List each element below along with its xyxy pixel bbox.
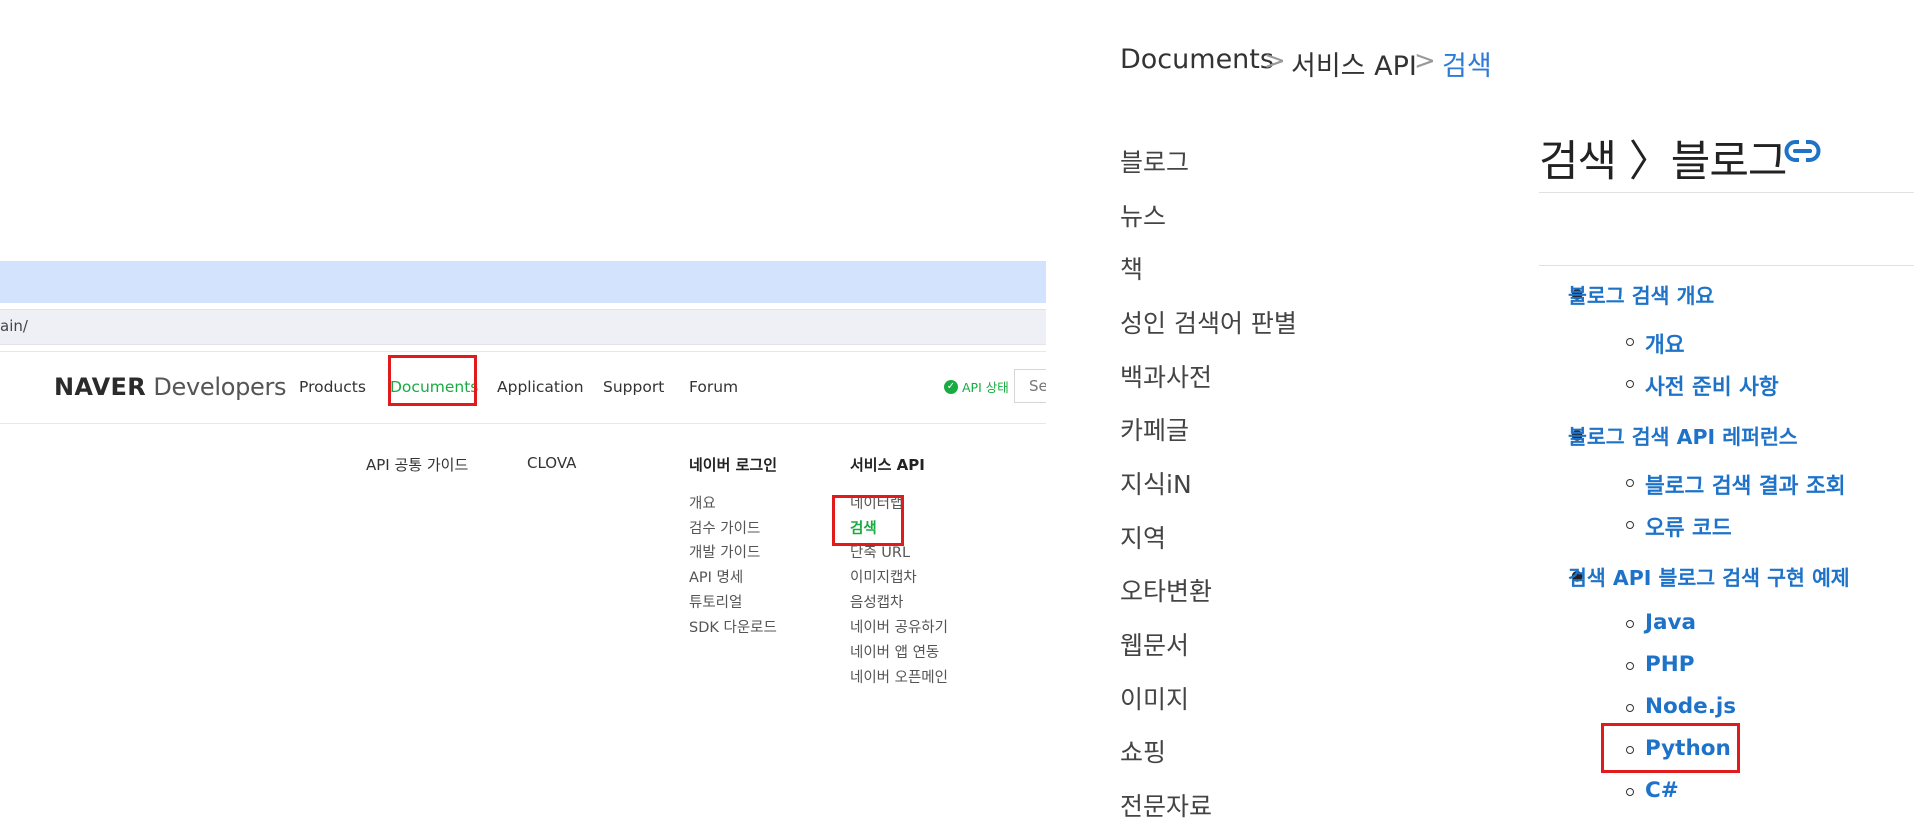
nav-application[interactable]: Application (497, 378, 584, 396)
highlight-box (1601, 723, 1740, 773)
divider (1539, 192, 1914, 193)
toc-item-csharp[interactable]: C# (1645, 778, 1679, 803)
sidebar-item[interactable]: 책 (1120, 250, 1143, 286)
toc-item-java[interactable]: Java (1645, 610, 1696, 635)
menu-item[interactable]: SDK 다운로드 (689, 616, 777, 637)
toc-item[interactable]: 사전 준비 사항 (1645, 370, 1779, 401)
menu-item[interactable]: 음성캡차 (850, 591, 903, 612)
chevron-right-icon: > (1264, 46, 1286, 76)
naver-developers-screenshot: ain/ NAVER Developers Products Documents… (0, 0, 1046, 833)
toc-section-reference[interactable]: 블로그 검색 API 레퍼런스 (1568, 420, 1798, 450)
toc-section-examples[interactable]: 검색 API 블로그 검색 구현 예제 (1568, 561, 1850, 591)
menu-col-service-api[interactable]: 서비스 API (850, 454, 925, 475)
browser-tab-strip (0, 261, 1046, 303)
bullet (1626, 704, 1634, 712)
menu-item[interactable]: API 명세 (689, 566, 743, 587)
highlight-box (388, 355, 477, 406)
toc-item[interactable]: 오류 코드 (1645, 511, 1732, 542)
sidebar-item[interactable]: 오타변환 (1120, 572, 1212, 608)
api-status-link[interactable]: ✓ API 상태 (944, 377, 1009, 396)
bullet (1626, 662, 1634, 670)
divider (1539, 265, 1914, 266)
address-bar[interactable] (0, 309, 1046, 345)
toc-item-nodejs[interactable]: Node.js (1645, 694, 1736, 719)
menu-item[interactable]: 개요 (689, 492, 716, 513)
bullet (1626, 338, 1634, 346)
search-input[interactable]: Sea (1014, 369, 1046, 403)
divider (0, 351, 1046, 352)
sidebar-item[interactable]: 전문자료 (1120, 787, 1212, 823)
api-status-label: API 상태 (962, 380, 1009, 395)
nav-forum[interactable]: Forum (689, 378, 738, 396)
sidebar-item[interactable]: 쇼핑 (1120, 733, 1166, 769)
bullet (1626, 479, 1634, 487)
bullet (1626, 380, 1634, 388)
sidebar-item[interactable]: 성인 검색어 판별 (1120, 304, 1297, 340)
menu-col-api-common[interactable]: API 공통 가이드 (366, 454, 468, 475)
breadcrumb-search[interactable]: 검색 (1442, 44, 1492, 83)
sidebar-item[interactable]: 지역 (1120, 519, 1166, 555)
sidebar-item[interactable]: 카페글 (1120, 411, 1189, 447)
address-bar-url: ain/ (0, 317, 28, 335)
toc-item[interactable]: 블로그 검색 결과 조회 (1645, 469, 1845, 500)
menu-item[interactable]: 이미지캡차 (850, 566, 917, 587)
divider (0, 423, 1046, 424)
search-placeholder: Sea (1029, 377, 1046, 395)
chevron-right-icon: > (1414, 46, 1436, 76)
logo-brand: NAVER (54, 373, 146, 401)
naver-developers-logo[interactable]: NAVER Developers (54, 373, 287, 401)
toc-section-overview[interactable]: 블로그 검색 개요 (1568, 279, 1714, 309)
menu-col-clova[interactable]: CLOVA (527, 454, 576, 472)
bullet (1626, 521, 1634, 529)
bullet (1626, 620, 1634, 628)
bullet (1626, 788, 1634, 796)
sidebar-item[interactable]: 블로그 (1120, 143, 1189, 179)
breadcrumb-documents[interactable]: Documents (1120, 44, 1274, 75)
toc-item-php[interactable]: PHP (1645, 652, 1695, 677)
menu-item[interactable]: 개발 가이드 (689, 541, 760, 562)
menu-item[interactable]: 네이버 공유하기 (850, 616, 948, 637)
menu-col-naver-login[interactable]: 네이버 로그인 (689, 454, 777, 475)
toc-item[interactable]: 개요 (1645, 328, 1685, 359)
link-icon[interactable] (1784, 139, 1821, 163)
highlight-box (832, 495, 904, 546)
menu-item[interactable]: 검수 가이드 (689, 517, 760, 538)
sidebar-item[interactable]: 웹문서 (1120, 626, 1189, 662)
page-title: 검색 〉블로그 (1539, 137, 1787, 187)
nav-support[interactable]: Support (603, 378, 664, 396)
sidebar-item[interactable]: 뉴스 (1120, 197, 1166, 233)
sidebar-item[interactable]: 지식iN (1120, 465, 1192, 501)
nav-products[interactable]: Products (299, 378, 366, 396)
menu-item[interactable]: 네이버 오픈메인 (850, 666, 948, 687)
sidebar-item[interactable]: 이미지 (1120, 680, 1189, 716)
logo-sub: Developers (153, 373, 287, 401)
menu-item[interactable]: 튜토리얼 (689, 591, 742, 612)
breadcrumb-service-api[interactable]: 서비스 API (1291, 44, 1417, 83)
sidebar-item[interactable]: 백과사전 (1120, 358, 1212, 394)
check-circle-icon: ✓ (944, 379, 958, 394)
menu-item[interactable]: 네이버 앱 연동 (850, 641, 939, 662)
